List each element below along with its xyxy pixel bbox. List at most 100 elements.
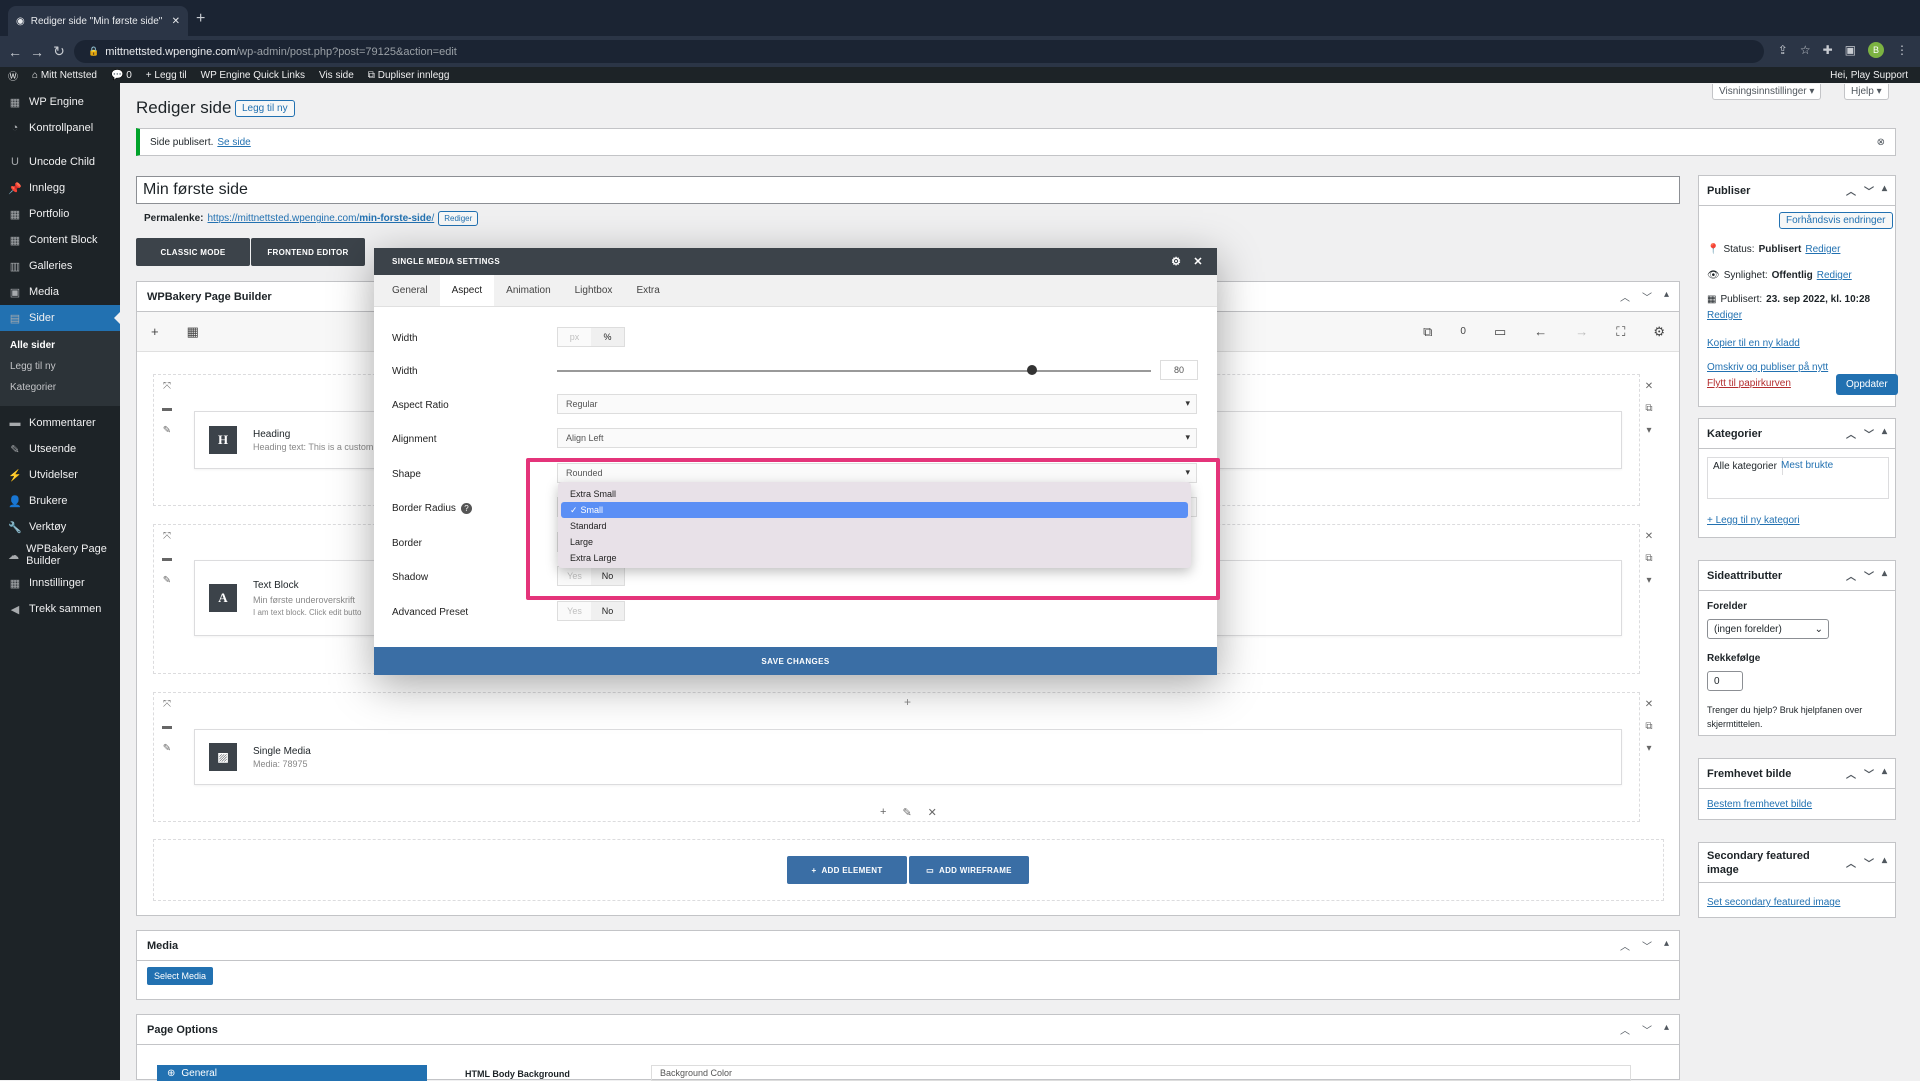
tab-all-categories[interactable]: Alle kategorier bbox=[1707, 457, 1783, 475]
new-tab-icon[interactable]: + bbox=[196, 10, 205, 28]
delete-icon[interactable]: ✕ bbox=[928, 806, 937, 819]
sidebar-item-sider[interactable]: ▤ Sider bbox=[0, 305, 120, 331]
tab-animation[interactable]: Animation bbox=[494, 275, 562, 306]
edit-row-icon[interactable]: ✎ bbox=[160, 420, 174, 442]
alignment-select[interactable]: Align Left bbox=[557, 428, 1197, 448]
toggle-panel-icon[interactable]: ▴ bbox=[1664, 938, 1669, 953]
edit-icon[interactable]: ✎ bbox=[902, 806, 911, 819]
toggle-panel-icon[interactable]: ▴ bbox=[1882, 855, 1887, 870]
share-icon[interactable]: ⇪ bbox=[1778, 43, 1788, 57]
sidebar-item-innlegg[interactable]: 📌 Innlegg bbox=[0, 175, 120, 201]
move-up-icon[interactable]: ︿ bbox=[1846, 568, 1856, 583]
drag-icon[interactable]: ⤧ bbox=[160, 376, 174, 398]
adminbar-comments[interactable]: 💬 0 bbox=[111, 70, 132, 81]
toggle-panel-icon[interactable]: ▴ bbox=[1664, 289, 1669, 304]
parent-select[interactable]: (ingen forelder) ⌄ bbox=[1707, 619, 1829, 639]
move-up-icon[interactable]: ︿ bbox=[1846, 183, 1856, 198]
submenu-categories[interactable]: Kategorier bbox=[0, 377, 120, 398]
forward-icon[interactable]: → bbox=[26, 44, 48, 60]
page-options-tab-general[interactable]: ⊕ General bbox=[157, 1065, 427, 1081]
add-column-icon[interactable]: + bbox=[904, 695, 911, 709]
move-up-icon[interactable]: ︿ bbox=[1620, 289, 1630, 304]
move-down-icon[interactable]: ﹀ bbox=[1864, 183, 1874, 198]
sidebar-item-galleries[interactable]: ▥ Galleries bbox=[0, 253, 120, 279]
address-bar[interactable]: 🔒 mittnettsted.wpengine.com/wp-admin/pos… bbox=[74, 40, 1764, 63]
clone-row-icon[interactable]: ⧉ bbox=[1642, 716, 1656, 738]
reload-icon[interactable]: ↻ bbox=[48, 43, 70, 60]
sidebar-item-wpbakery-page-builder[interactable]: ☁ WPBakery Page Builder bbox=[0, 540, 120, 570]
edit-row-icon[interactable]: ✎ bbox=[160, 738, 174, 760]
toggle-panel-icon[interactable]: ▴ bbox=[1882, 568, 1887, 583]
sidebar-item-kommentarer[interactable]: ▬ Kommentarer bbox=[0, 410, 120, 436]
view-page-link[interactable]: Se side bbox=[217, 137, 250, 148]
close-tab-icon[interactable]: ✕ bbox=[172, 16, 180, 27]
settings-gear-icon[interactable]: ⚙ bbox=[1653, 324, 1665, 340]
sidepanel-icon[interactable]: ▣ bbox=[1845, 43, 1856, 57]
toggle-row-icon[interactable]: ▾ bbox=[1642, 420, 1656, 442]
toggle-panel-icon[interactable]: ▴ bbox=[1664, 1022, 1669, 1037]
clone-icon[interactable]: ⧉ bbox=[1423, 324, 1432, 340]
toggle-row-icon[interactable]: ▾ bbox=[1642, 570, 1656, 592]
add-wireframe-button[interactable]: ▭ ADD WIREFRAME bbox=[909, 856, 1029, 884]
move-down-icon[interactable]: ﹀ bbox=[1642, 938, 1652, 953]
toggle-no[interactable]: No bbox=[591, 602, 624, 620]
clone-row-icon[interactable]: ⧉ bbox=[1642, 398, 1656, 420]
star-icon[interactable]: ☆ bbox=[1800, 43, 1811, 57]
browser-tab[interactable]: ◉ Rediger side "Min første side" ✕ bbox=[8, 6, 188, 36]
sidebar-item-content-block[interactable]: ▦ Content Block bbox=[0, 227, 120, 253]
add-element-button[interactable]: + ADD ELEMENT bbox=[787, 856, 907, 884]
edit-date-link[interactable]: Rediger bbox=[1707, 310, 1742, 321]
rewrite-link[interactable]: Omskriv og publiser på nytt bbox=[1707, 362, 1828, 373]
layout-icon[interactable]: ▬ bbox=[160, 716, 174, 738]
drag-icon[interactable]: ⤧ bbox=[160, 694, 174, 716]
help-button[interactable]: Hjelp ▾ bbox=[1844, 84, 1889, 100]
edit-status-link[interactable]: Rediger bbox=[1805, 244, 1840, 255]
move-up-icon[interactable]: ︿ bbox=[1846, 766, 1856, 781]
tab-general[interactable]: General bbox=[374, 275, 440, 306]
delete-row-icon[interactable]: ✕ bbox=[1642, 694, 1656, 716]
drag-icon[interactable]: ⤧ bbox=[160, 526, 174, 548]
clipboard-icon[interactable]: ▭ bbox=[1494, 324, 1506, 340]
move-down-icon[interactable]: ﹀ bbox=[1864, 766, 1874, 781]
edit-row-icon[interactable]: ✎ bbox=[160, 570, 174, 592]
tab-extra[interactable]: Extra bbox=[624, 275, 671, 306]
preview-changes-button[interactable]: Forhåndsvis endringer bbox=[1779, 212, 1893, 229]
templates-icon[interactable]: ▦ bbox=[187, 324, 199, 340]
adminbar-greeting[interactable]: Hei, Play Support bbox=[1830, 70, 1908, 81]
width-value-input[interactable]: 80 bbox=[1160, 360, 1198, 380]
dismiss-icon[interactable]: ⊗ bbox=[1877, 137, 1885, 148]
copy-draft-link[interactable]: Kopier til en ny kladd bbox=[1707, 338, 1800, 349]
width-slider-track[interactable] bbox=[557, 370, 1151, 372]
toggle-panel-icon[interactable]: ▴ bbox=[1882, 766, 1887, 781]
move-up-icon[interactable]: ︿ bbox=[1846, 426, 1856, 441]
sidebar-item-utseende[interactable]: ✎ Utseende bbox=[0, 436, 120, 462]
toggle-panel-icon[interactable]: ▴ bbox=[1882, 426, 1887, 441]
sidebar-item-brukere[interactable]: 👤 Brukere bbox=[0, 488, 120, 514]
add-new-button[interactable]: Legg til ny bbox=[235, 100, 295, 117]
move-up-icon[interactable]: ︿ bbox=[1620, 1022, 1630, 1037]
submenu-all-pages[interactable]: Alle sider bbox=[0, 335, 120, 356]
width-unit-toggle[interactable]: px% bbox=[557, 327, 625, 347]
redo-icon[interactable]: → bbox=[1575, 324, 1588, 339]
aspect-ratio-select[interactable]: Regular bbox=[557, 394, 1197, 414]
close-icon[interactable]: ✕ bbox=[1193, 255, 1203, 268]
toggle-panel-icon[interactable]: ▴ bbox=[1882, 183, 1887, 198]
extensions-icon[interactable]: ✚ bbox=[1823, 43, 1833, 57]
single-media-element[interactable]: ▨ Single Media Media: 78975 bbox=[194, 729, 1622, 785]
move-down-icon[interactable]: ﹀ bbox=[1642, 1022, 1652, 1037]
select-media-button[interactable]: Select Media bbox=[147, 967, 214, 985]
submenu-add-new[interactable]: Legg til ny bbox=[0, 356, 120, 377]
gear-icon[interactable]: ⚙ bbox=[1171, 255, 1181, 268]
delete-row-icon[interactable]: ✕ bbox=[1642, 376, 1656, 398]
add-element-icon[interactable]: + bbox=[151, 324, 159, 339]
move-up-icon[interactable]: ︿ bbox=[1846, 855, 1856, 870]
help-icon[interactable]: ? bbox=[460, 503, 472, 514]
sidebar-item-uncode-child[interactable]: U Uncode Child bbox=[0, 149, 120, 175]
background-select[interactable]: Background Color bbox=[651, 1065, 1631, 1081]
set-secondary-image-link[interactable]: Set secondary featured image bbox=[1707, 897, 1840, 908]
sidebar-item-utvidelser[interactable]: ⚡ Utvidelser bbox=[0, 462, 120, 488]
adminbar-new[interactable]: + Legg til bbox=[146, 70, 187, 81]
set-featured-image-link[interactable]: Bestem fremhevet bilde bbox=[1707, 799, 1812, 810]
sidebar-item-wp-engine[interactable]: ▦ WP Engine bbox=[0, 89, 120, 115]
advanced-preset-toggle[interactable]: Yes No bbox=[557, 601, 625, 621]
